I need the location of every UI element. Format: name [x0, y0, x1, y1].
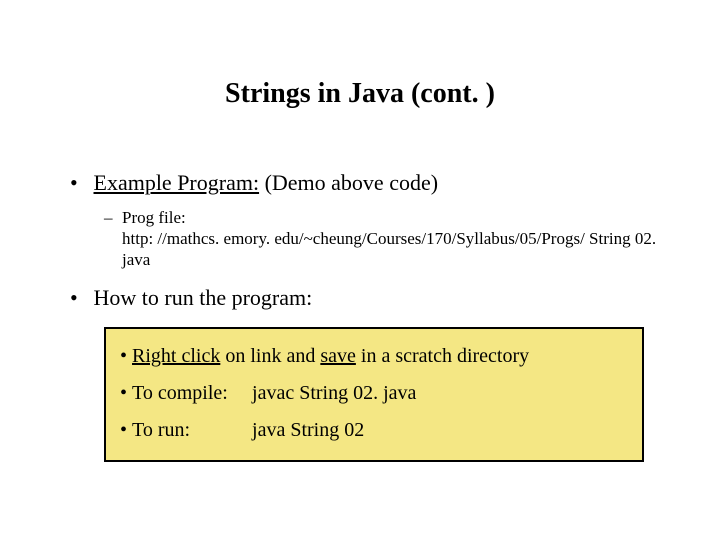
- text-right-click: Right click: [132, 345, 220, 367]
- progfile-url: http: //mathcs. emory. edu/~cheung/Cours…: [122, 228, 670, 271]
- bullet-example-rest: (Demo above code): [259, 170, 438, 195]
- box-line-2: • To compile: javac String 02. java: [120, 382, 628, 405]
- label-run: To run:: [132, 419, 252, 442]
- progfile-label: Prog file:: [122, 208, 186, 227]
- box-line-3: • To run: java String 02: [120, 419, 628, 442]
- bullet-dot-icon: •: [70, 285, 88, 311]
- text-save: save: [320, 345, 356, 367]
- text-post: in a scratch directory: [356, 345, 529, 367]
- cmd-compile: javac String 02. java: [252, 382, 416, 404]
- bullet-howto: • How to run the program:: [70, 285, 670, 311]
- text-mid: on link and: [220, 345, 320, 367]
- box-line-1: • Right click on link and save in a scra…: [120, 345, 628, 368]
- bullet-dot-icon: •: [70, 170, 88, 196]
- label-compile: To compile:: [132, 382, 252, 405]
- slide-title: Strings in Java (cont. ): [0, 78, 720, 110]
- bullet-dot-icon: •: [120, 382, 132, 404]
- link-example-program[interactable]: Example Program:: [94, 170, 260, 195]
- bullet-howto-text: How to run the program:: [94, 285, 313, 310]
- sub-bullet-progfile: –Prog file: http: //mathcs. emory. edu/~…: [104, 208, 670, 271]
- slide: Strings in Java (cont. ) • Example Progr…: [0, 0, 720, 540]
- dash-icon: –: [104, 208, 122, 228]
- bullet-dot-icon: •: [120, 419, 132, 441]
- slide-body: • Example Program: (Demo above code) –Pr…: [70, 170, 670, 462]
- instructions-box: • Right click on link and save in a scra…: [104, 327, 644, 462]
- bullet-dot-icon: •: [120, 345, 132, 367]
- cmd-run: java String 02: [252, 419, 364, 441]
- bullet-example: • Example Program: (Demo above code): [70, 170, 670, 196]
